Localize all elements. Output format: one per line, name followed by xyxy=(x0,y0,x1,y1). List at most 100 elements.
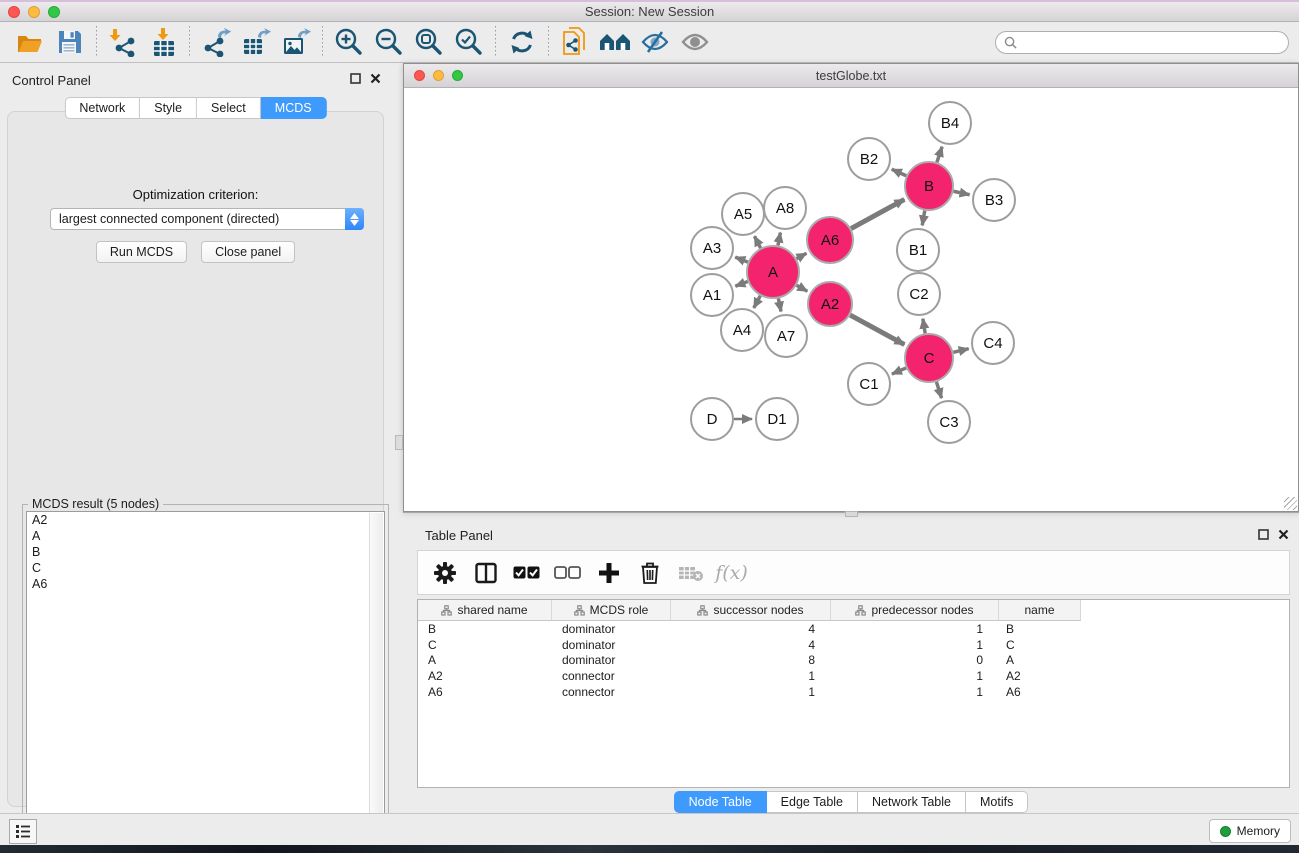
node-A3[interactable]: A3 xyxy=(691,227,733,269)
export-network-button[interactable] xyxy=(196,25,236,59)
node-B3[interactable]: B3 xyxy=(973,179,1015,221)
node-C2[interactable]: C2 xyxy=(898,273,940,315)
mcds-result-item[interactable]: A6 xyxy=(27,576,384,592)
export-image-button[interactable] xyxy=(276,25,316,59)
zoom-fit-button[interactable] xyxy=(409,25,449,59)
tab-motifs[interactable]: Motifs xyxy=(966,791,1028,813)
duplicate-network-button[interactable] xyxy=(555,25,595,59)
network-graph[interactable]: A B C A6 A2 A1 A3 A4 A5 A7 A8 B1 B2 B3B4 C1 C2 C3C4 D D1 xyxy=(404,89,1298,511)
column-header-name[interactable]: name xyxy=(999,600,1081,621)
node-D1[interactable]: D1 xyxy=(756,398,798,440)
node-B[interactable]: B xyxy=(905,162,953,210)
edge-A-A7[interactable] xyxy=(778,298,781,311)
edge-C-C1[interactable] xyxy=(892,368,906,374)
table-row[interactable]: Adominator80A xyxy=(418,653,1289,669)
network-canvas[interactable]: A B C A6 A2 A1 A3 A4 A5 A7 A8 B1 B2 B3B4 C1 C2 C3C4 D D1 xyxy=(404,89,1298,511)
zoom-selected-button[interactable] xyxy=(449,25,489,59)
close-panel-icon[interactable] xyxy=(370,73,381,84)
node-C4[interactable]: C4 xyxy=(972,322,1014,364)
edge-B-B3[interactable] xyxy=(953,191,969,194)
mcds-result-item[interactable]: B xyxy=(27,544,384,560)
delete-table-button[interactable] xyxy=(672,555,709,591)
edge-B-B2[interactable] xyxy=(892,169,906,175)
window-resize-grip[interactable] xyxy=(1284,497,1297,510)
edge-A2-C[interactable] xyxy=(850,315,904,345)
float-panel-icon[interactable] xyxy=(350,73,361,84)
zoom-network-button[interactable] xyxy=(452,70,463,81)
node-A7[interactable]: A7 xyxy=(765,315,807,357)
show-column-button[interactable] xyxy=(467,555,504,591)
zoom-in-button[interactable] xyxy=(329,25,369,59)
mcds-result-item[interactable]: C xyxy=(27,560,384,576)
edge-B-B1[interactable] xyxy=(922,211,925,226)
node-A8[interactable]: A8 xyxy=(764,187,806,229)
apply-function-button[interactable]: f(x) xyxy=(713,555,750,591)
vertical-splitter-handle[interactable] xyxy=(395,435,403,450)
network-view-window[interactable]: testGlobe.txt ABCA6A2A1A3A4A5A7A8B1B2B3B… xyxy=(403,63,1299,512)
main-titlebar[interactable]: Session: New Session xyxy=(0,2,1299,22)
edge-A-A6[interactable] xyxy=(797,253,807,259)
float-table-panel-icon[interactable] xyxy=(1258,529,1269,540)
edge-B-B4[interactable] xyxy=(937,147,942,163)
column-header-successor-nodes[interactable]: successor nodes xyxy=(671,600,831,621)
task-history-button[interactable] xyxy=(9,819,37,844)
tab-style[interactable]: Style xyxy=(140,97,197,119)
edge-A-A2[interactable] xyxy=(797,285,808,291)
tab-node-table[interactable]: Node Table xyxy=(674,791,767,813)
table-row[interactable]: Bdominator41B xyxy=(418,621,1289,637)
hide-panel-button[interactable] xyxy=(635,25,675,59)
mcds-result-list[interactable]: A2ABCA6 xyxy=(26,511,385,842)
select-all-button[interactable] xyxy=(508,555,545,591)
edge-C-C4[interactable] xyxy=(953,349,968,353)
column-header-shared-name[interactable]: shared name xyxy=(418,600,552,621)
node-A6[interactable]: A6 xyxy=(807,217,853,263)
export-table-button[interactable] xyxy=(236,25,276,59)
horizontal-splitter-handle[interactable] xyxy=(845,511,858,517)
memory-button[interactable]: Memory xyxy=(1209,819,1291,843)
add-row-button[interactable] xyxy=(590,555,627,591)
criterion-dropdown[interactable]: largest connected component (directed) xyxy=(50,208,364,230)
node-C1[interactable]: C1 xyxy=(848,363,890,405)
node-B2[interactable]: B2 xyxy=(848,138,890,180)
import-table-button[interactable] xyxy=(143,25,183,59)
node-B1[interactable]: B1 xyxy=(897,229,939,271)
minimize-network-button[interactable] xyxy=(433,70,444,81)
zoom-out-button[interactable] xyxy=(369,25,409,59)
node-A1[interactable]: A1 xyxy=(691,274,733,316)
node-D[interactable]: D xyxy=(691,398,733,440)
node-A[interactable]: A xyxy=(747,246,799,298)
tab-network[interactable]: Network xyxy=(64,97,140,119)
tab-edge-table[interactable]: Edge Table xyxy=(767,791,858,813)
edge-A-A4[interactable] xyxy=(754,296,760,308)
show-panel-button[interactable] xyxy=(675,25,715,59)
node-A5[interactable]: A5 xyxy=(722,193,764,235)
column-header-predecessor-nodes[interactable]: predecessor nodes xyxy=(831,600,999,621)
node-B4[interactable]: B4 xyxy=(929,102,971,144)
tab-mcds[interactable]: MCDS xyxy=(261,97,327,119)
delete-row-button[interactable] xyxy=(631,555,668,591)
node-A4[interactable]: A4 xyxy=(721,309,763,351)
network-overview-button[interactable] xyxy=(595,25,635,59)
edge-C-C2[interactable] xyxy=(923,319,925,334)
table-row[interactable]: A6connector11A6 xyxy=(418,684,1289,700)
edge-A-A1[interactable] xyxy=(735,282,747,287)
deselect-all-button[interactable] xyxy=(549,555,586,591)
tab-network-table[interactable]: Network Table xyxy=(858,791,966,813)
search-field[interactable] xyxy=(995,31,1289,54)
edge-A-A5[interactable] xyxy=(754,236,760,248)
table-row[interactable]: A2connector11A2 xyxy=(418,668,1289,684)
edge-A-A8[interactable] xyxy=(778,233,780,246)
run-mcds-button[interactable]: Run MCDS xyxy=(96,241,187,263)
node-C3[interactable]: C3 xyxy=(928,401,970,443)
close-window-button[interactable] xyxy=(8,6,20,18)
close-network-button[interactable] xyxy=(414,70,425,81)
edge-C-C3[interactable] xyxy=(936,382,941,398)
tab-select[interactable]: Select xyxy=(197,97,261,119)
node-C[interactable]: C xyxy=(905,334,953,382)
table-row[interactable]: Cdominator41C xyxy=(418,637,1289,653)
open-file-button[interactable] xyxy=(10,25,50,59)
node-A2[interactable]: A2 xyxy=(808,282,852,326)
search-input[interactable] xyxy=(1022,36,1280,50)
edge-A6-B[interactable] xyxy=(851,199,904,228)
zoom-window-button[interactable] xyxy=(48,6,60,18)
